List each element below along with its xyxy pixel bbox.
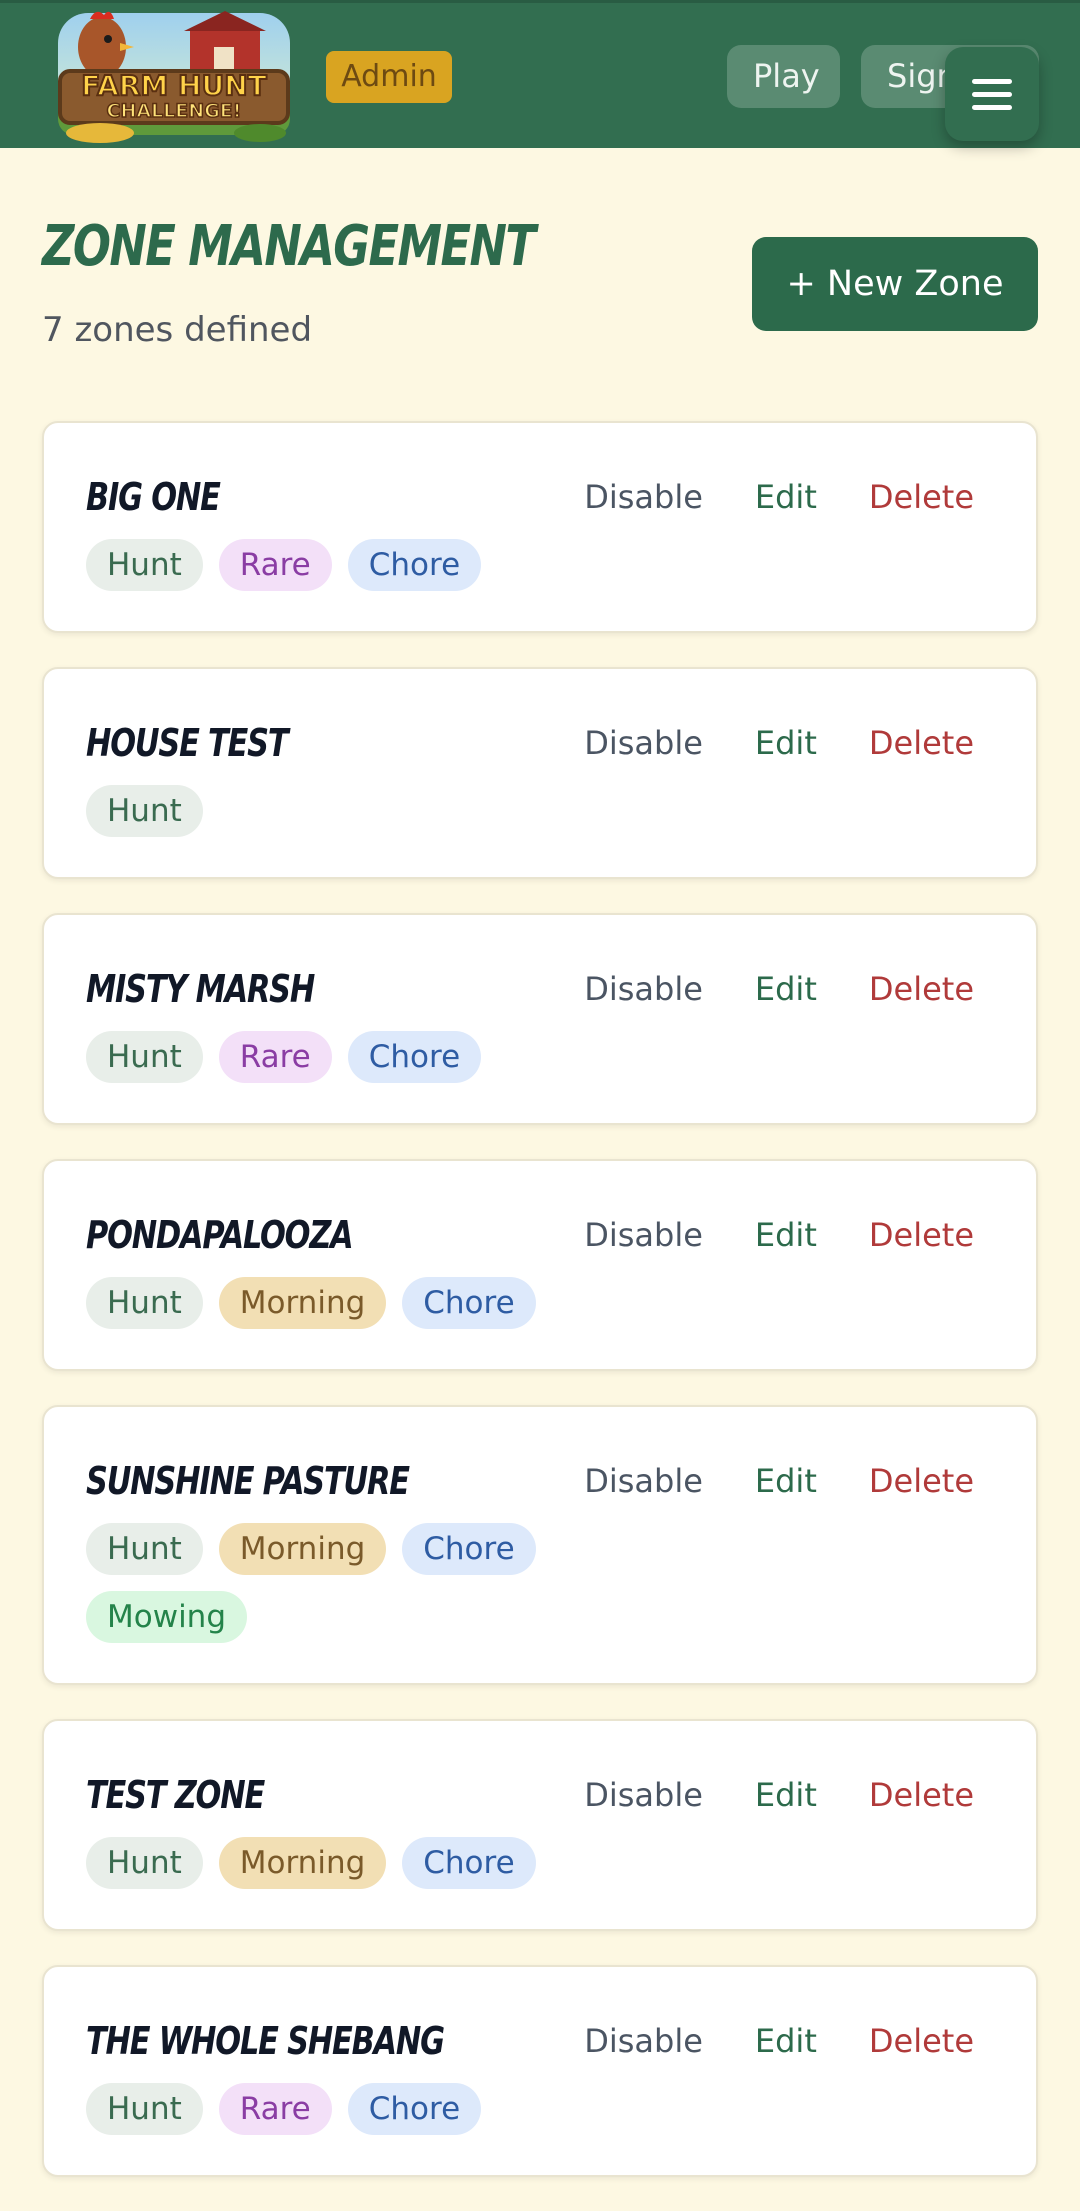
zone-tags: Hunt Morning Chore [86,1277,546,1329]
zone-tag: Morning [218,1523,387,1575]
zone-actions: Disable Edit Delete [584,473,974,521]
edit-button[interactable]: Edit [755,1457,817,1505]
logo-title: FARM HUNT [81,69,266,102]
zone-actions: Disable Edit Delete [584,965,974,1013]
new-zone-button[interactable]: + New Zone [752,237,1038,331]
zone-tags: Hunt Rare Chore [86,539,546,591]
play-button[interactable]: Play [727,45,840,108]
edit-button[interactable]: Edit [755,1771,817,1819]
zone-tag: Hunt [86,785,203,837]
zone-tags: Hunt Rare Chore [86,1031,546,1083]
app-header: FARM HUNT CHALLENGE! Admin Play Sign [0,0,1080,148]
disable-button[interactable]: Disable [584,719,703,767]
zone-tag: Rare [218,539,332,591]
zone-card: MISTY MARSH Disable Edit Delete Hunt Rare Chor… [42,913,1038,1125]
zone-actions: Disable Edit Delete [584,1771,974,1819]
zone-tag: Chore [402,1837,536,1889]
zone-tag: Chore [347,539,482,591]
disable-button[interactable]: Disable [584,1771,703,1819]
zone-count: 7 zones defined [42,310,313,350]
zone-tags: Hunt Morning Chore Mowing [86,1523,546,1643]
disable-button[interactable]: Disable [584,2017,703,2065]
zone-tag: Hunt [86,1031,203,1083]
delete-button[interactable]: Delete [869,473,974,521]
zone-tag: Chore [402,1523,536,1575]
zone-tag: Mowing [86,1591,248,1643]
zone-card: PONDAPALOOZA Disable Edit Delete Hunt Morning… [42,1159,1038,1371]
disable-button[interactable]: Disable [584,473,703,521]
zone-card: TEST ZONE Disable Edit Delete Hunt Morning Cho… [42,1719,1038,1931]
edit-button[interactable]: Edit [755,719,817,767]
admin-badge: Admin [326,51,452,103]
delete-button[interactable]: Delete [869,1211,974,1259]
delete-button[interactable]: Delete [869,1771,974,1819]
farm-hunt-logo[interactable]: FARM HUNT CHALLENGE! [50,7,298,145]
zone-card: SUNSHINE PASTURE Disable Edit Delete Hunt Mor… [42,1405,1038,1685]
zone-tags: Hunt Rare Chore [86,2083,546,2135]
zone-tag: Hunt [86,1277,203,1329]
zone-tag: Hunt [86,539,203,591]
logo-subtitle: CHALLENGE! [107,100,242,122]
zone-tag: Rare [218,1031,332,1083]
zone-list: BIG ONE Disable Edit Delete Hunt Rare Chore HOU… [42,421,1038,2211]
zone-tag: Hunt [86,2083,203,2135]
delete-button[interactable]: Delete [869,2017,974,2065]
zone-tag: Chore [347,1031,482,1083]
zone-tag: Chore [347,2083,482,2135]
zone-card: BIG ONE Disable Edit Delete Hunt Rare Chore [42,421,1038,633]
delete-button[interactable]: Delete [869,719,974,767]
zone-tag: Hunt [86,1523,203,1575]
delete-button[interactable]: Delete [869,965,974,1013]
zone-actions: Disable Edit Delete [584,719,974,767]
zone-card: HOUSE TEST Disable Edit Delete Hunt [42,667,1038,879]
disable-button[interactable]: Disable [584,1211,703,1259]
zone-tags: Hunt Morning Chore [86,1837,546,1889]
edit-button[interactable]: Edit [755,473,817,521]
zone-tag: Rare [218,2083,332,2135]
disable-button[interactable]: Disable [584,1457,703,1505]
zone-tag: Hunt [86,1837,203,1889]
zone-tag: Chore [402,1277,536,1329]
zone-actions: Disable Edit Delete [584,1457,974,1505]
edit-button[interactable]: Edit [755,1211,817,1259]
edit-button[interactable]: Edit [755,965,817,1013]
zone-tag: Morning [218,1277,387,1329]
zone-tags: Hunt [86,785,546,837]
zone-actions: Disable Edit Delete [584,1211,974,1259]
zone-actions: Disable Edit Delete [584,2017,974,2065]
zone-card: THE WHOLE SHEBANG Disable Edit Delete Hunt Ra… [42,1965,1038,2177]
menu-button[interactable] [945,47,1039,141]
delete-button[interactable]: Delete [869,1457,974,1505]
page-title: ZONE MANAGEMENT [42,214,536,279]
edit-button[interactable]: Edit [755,2017,817,2065]
zone-tag: Morning [218,1837,387,1889]
disable-button[interactable]: Disable [584,965,703,1013]
